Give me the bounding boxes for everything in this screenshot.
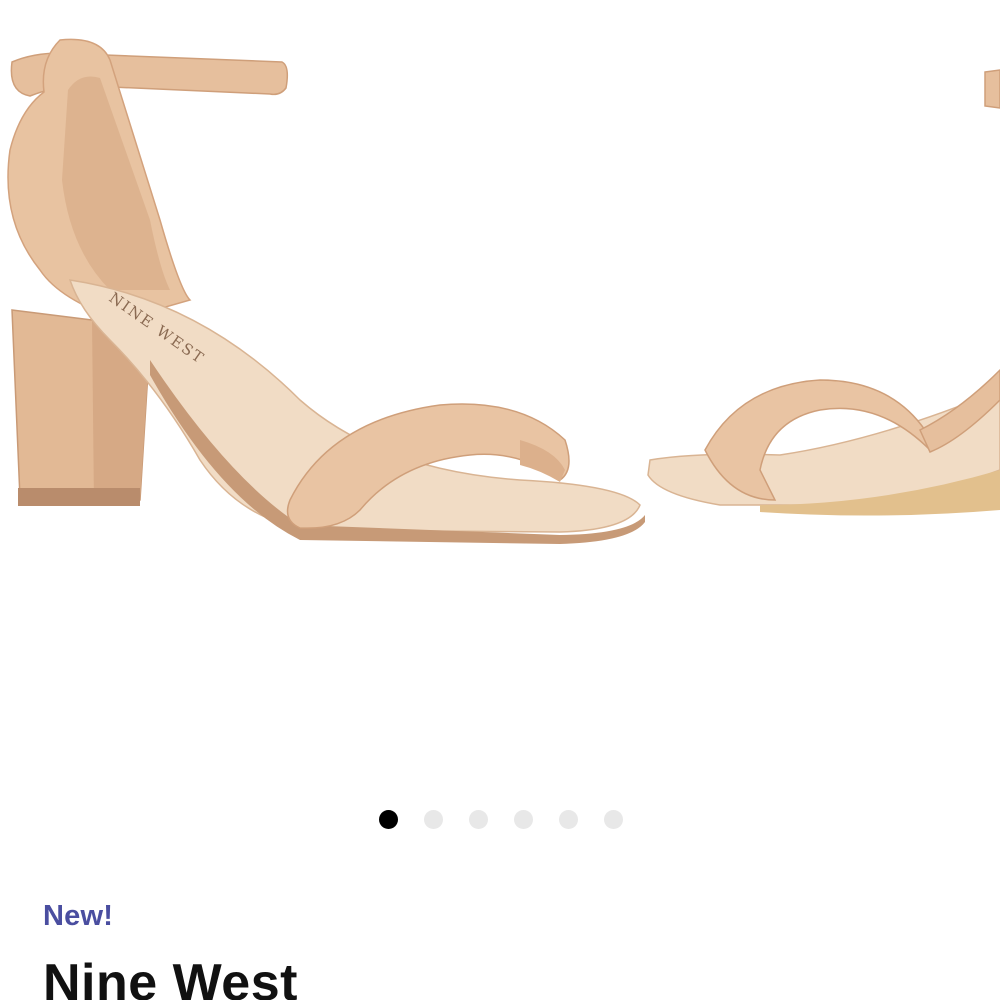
- product-image-carousel[interactable]: NINE WEST: [0, 0, 1000, 780]
- carousel-dot-5[interactable]: [559, 810, 578, 829]
- carousel-dot-3[interactable]: [469, 810, 488, 829]
- carousel-pagination: [0, 810, 1000, 830]
- product-image: NINE WEST: [7, 38, 1000, 544]
- sandal-left: NINE WEST: [7, 38, 645, 544]
- sandal-right: [647, 69, 1000, 516]
- carousel-dot-1[interactable]: [379, 810, 398, 829]
- carousel-dot-6[interactable]: [604, 810, 623, 829]
- new-badge: New!: [43, 900, 114, 932]
- product-brand[interactable]: Nine West: [43, 957, 298, 1000]
- carousel-dot-2[interactable]: [424, 810, 443, 829]
- carousel-dot-4[interactable]: [514, 810, 533, 829]
- product-page: NINE WEST New! Nine West: [0, 0, 1000, 1000]
